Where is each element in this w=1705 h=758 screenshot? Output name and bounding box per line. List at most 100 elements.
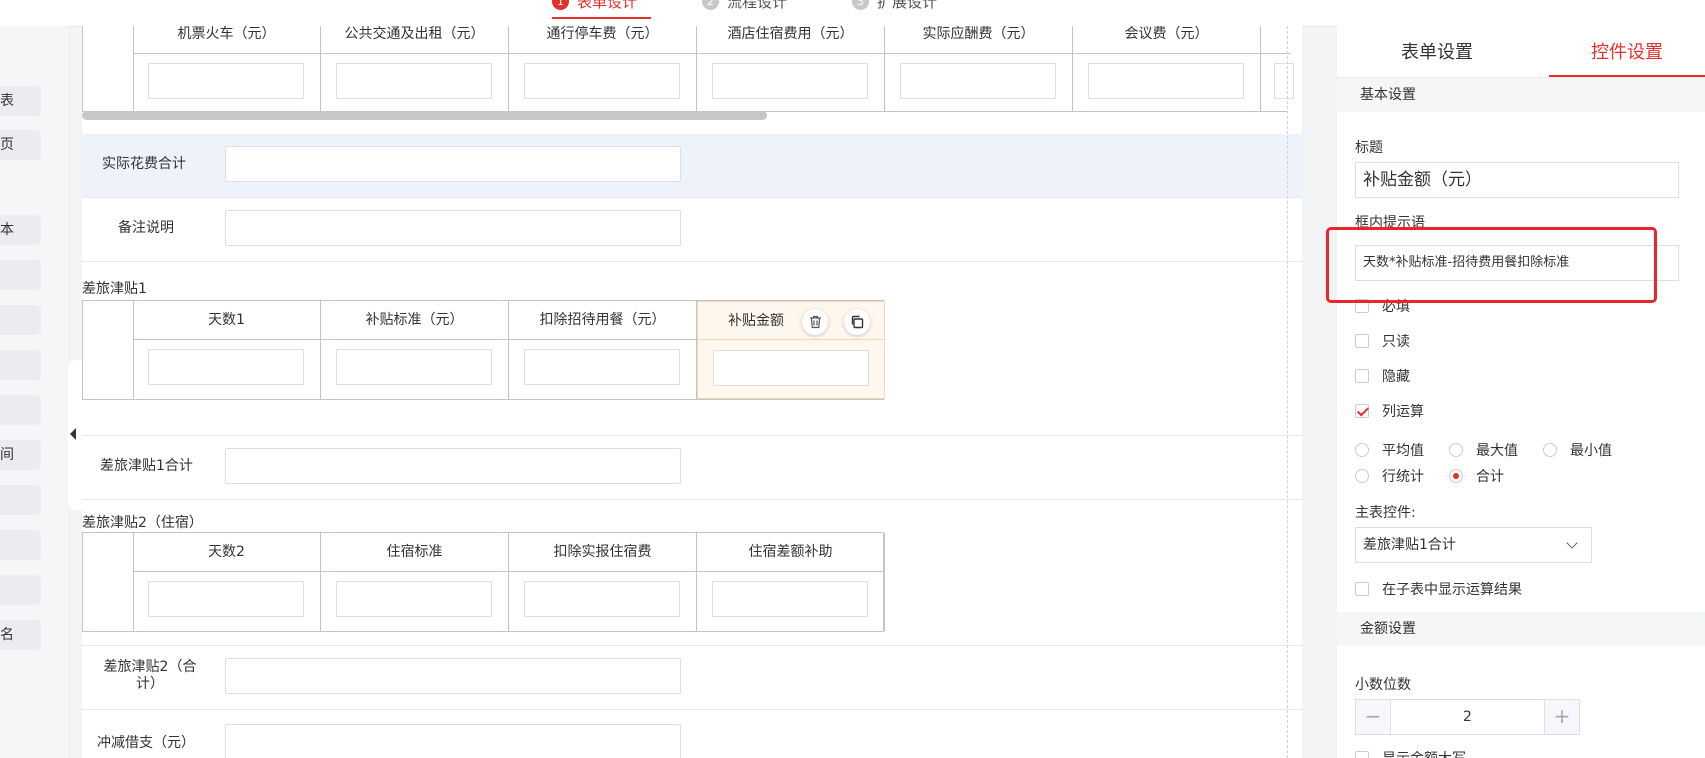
column-calc-checkbox[interactable]: 列运算 xyxy=(1355,401,1424,421)
cell-input[interactable] xyxy=(900,63,1056,99)
subtable-column[interactable]: 机票火车（元） xyxy=(133,26,321,111)
step-flow-design[interactable]: 2 流程设计 xyxy=(702,0,787,12)
subtable-row-allowance2[interactable]: 差旅津贴2（住宿） 天数2 住宿标准 扣除实报住宿费 住宿差额补助 xyxy=(82,500,1302,646)
cell-input[interactable] xyxy=(524,581,680,617)
tab-form-settings[interactable]: 表单设置 xyxy=(1337,38,1537,64)
step-bar: 1 表单设计 2 流程设计 3 扩展设计 xyxy=(0,0,1705,27)
hidden-checkbox[interactable]: 隐藏 xyxy=(1355,366,1410,386)
sidebar-item[interactable] xyxy=(0,350,41,380)
sidebar-item[interactable] xyxy=(0,485,41,515)
checkbox-label: 隐藏 xyxy=(1382,369,1410,385)
allowance2-subtable[interactable]: 天数2 住宿标准 扣除实报住宿费 住宿差额补助 xyxy=(82,532,885,632)
subtable-row-allowance1[interactable]: 差旅津贴1 天数1 补贴标准（元） 扣除招待用餐（元） 补贴金额 xyxy=(82,262,1302,436)
field-row-allowance2-total[interactable]: 差旅津贴2（合计） xyxy=(82,646,1302,710)
checkbox-label: 显示金额大写 xyxy=(1382,748,1466,758)
allowance1-total-input[interactable] xyxy=(225,448,681,484)
radio-max[interactable]: 最大值 xyxy=(1449,440,1518,460)
radio-min[interactable]: 最小值 xyxy=(1543,440,1612,460)
column-header: 扣除招待用餐（元） xyxy=(509,301,696,340)
cell-input[interactable] xyxy=(336,349,492,385)
increment-button[interactable]: + xyxy=(1544,700,1579,734)
cell-input[interactable] xyxy=(712,581,868,617)
offset-loan-input[interactable] xyxy=(225,724,681,758)
subtable-horizontal-scrollbar[interactable] xyxy=(82,111,767,120)
column-header: 实际应酬费（元） xyxy=(885,26,1072,54)
radio-row-count[interactable]: 行统计 xyxy=(1355,466,1424,486)
step-extension-design[interactable]: 3 扩展设计 xyxy=(852,0,937,12)
subtable-column[interactable]: 会议费（元） xyxy=(1073,26,1261,111)
sidebar-item[interactable]: 名 xyxy=(0,620,41,650)
step-label: 表单设计 xyxy=(577,0,638,11)
sidebar-item[interactable] xyxy=(0,260,41,290)
sidebar-item[interactable]: 表 xyxy=(0,86,41,116)
field-label: 备注说明 xyxy=(118,220,174,236)
step-form-design[interactable]: 1 表单设计 xyxy=(552,0,637,12)
subtable-column[interactable]: 天数2 xyxy=(133,533,321,631)
checkbox-label: 只读 xyxy=(1382,334,1410,350)
checkbox-label: 列运算 xyxy=(1382,404,1424,420)
cell-input[interactable] xyxy=(336,581,492,617)
remarks-input[interactable] xyxy=(225,210,681,246)
readonly-checkbox[interactable]: 只读 xyxy=(1355,331,1410,351)
field-row-remarks[interactable]: 备注说明 xyxy=(82,198,1302,262)
sidebar-item[interactable] xyxy=(0,575,41,605)
sidebar-item[interactable] xyxy=(0,305,41,335)
cell-input[interactable] xyxy=(1088,63,1244,99)
show-in-subtable-checkbox[interactable]: 在子表中显示运算结果 xyxy=(1355,579,1522,599)
expense-subtable[interactable]: 机票火车（元） 公共交通及出租（元） 通行停车费（元） 酒店住宿费用（元） 实际… xyxy=(82,26,1294,112)
subtable-column[interactable]: 实际应酬费（元） xyxy=(885,26,1073,111)
column-header: 扣除实报住宿费 xyxy=(509,533,696,572)
form-canvas: 机票火车（元） 公共交通及出租（元） 通行停车费（元） 酒店住宿费用（元） 实际… xyxy=(82,26,1302,758)
sidebar-item[interactable]: 间 xyxy=(0,440,41,470)
copy-icon[interactable] xyxy=(844,309,870,335)
subtable-column[interactable]: 扣除招待用餐（元） xyxy=(509,301,697,399)
step-number: 2 xyxy=(702,0,719,10)
highlight-annotation-box xyxy=(1326,227,1657,303)
stepper-value[interactable]: 2 xyxy=(1390,700,1545,734)
subtable-column[interactable]: 酒店住宿费用（元） xyxy=(697,26,885,111)
column-header: 酒店住宿费用（元） xyxy=(697,26,884,54)
column-header: 机票火车（元） xyxy=(133,26,320,54)
radio-label: 最小值 xyxy=(1570,443,1612,459)
sidebar-item[interactable]: 页 xyxy=(0,130,41,160)
subtable-column[interactable]: 住宿标准 xyxy=(321,533,509,631)
allowance2-total-input[interactable] xyxy=(225,658,681,694)
cell-input[interactable] xyxy=(148,581,304,617)
subtable-column[interactable]: 扣除实报住宿费 xyxy=(509,533,697,631)
trash-icon[interactable] xyxy=(802,309,828,335)
radio-sum[interactable]: 合计 xyxy=(1449,466,1504,486)
decimals-stepper[interactable]: − 2 + xyxy=(1355,699,1580,735)
decrement-button[interactable]: − xyxy=(1356,700,1391,734)
cell-input[interactable] xyxy=(336,63,492,99)
cell-input[interactable] xyxy=(524,349,680,385)
allowance1-subtable[interactable]: 天数1 补贴标准（元） 扣除招待用餐（元） 补贴金额 xyxy=(82,300,885,400)
column-header: 会议费（元） xyxy=(1073,26,1260,54)
subtable-column[interactable]: 补贴标准（元） xyxy=(321,301,509,399)
field-row-offset-loan[interactable]: 冲减借支（元） xyxy=(82,710,1302,758)
subtable-column[interactable]: 公共交通及出租（元） xyxy=(321,26,509,111)
sidebar-item[interactable]: 本 xyxy=(0,215,41,245)
section-amount-settings: 金额设置 xyxy=(1337,612,1705,646)
subtable-column[interactable]: 住宿差额补助 xyxy=(697,533,885,631)
sidebar-item[interactable] xyxy=(0,395,41,425)
tab-control-settings[interactable]: 控件设置 xyxy=(1527,38,1705,64)
title-input[interactable]: 补贴金额（元） xyxy=(1355,162,1679,198)
subtable-column[interactable]: 通行停车费（元） xyxy=(509,26,697,111)
actual-total-input[interactable] xyxy=(225,146,681,182)
field-row-allowance1-total[interactable]: 差旅津贴1合计 xyxy=(82,436,1302,500)
sidebar-item[interactable] xyxy=(0,530,41,560)
radio-average[interactable]: 平均值 xyxy=(1355,440,1424,460)
field-label: 差旅津贴1合计 xyxy=(100,458,193,474)
subtable-column[interactable]: 天数1 xyxy=(133,301,321,399)
sidebar-collapse-handle[interactable] xyxy=(68,360,82,510)
subtable-column-selected[interactable]: 补贴金额 xyxy=(697,301,885,399)
cell-input[interactable] xyxy=(713,350,869,386)
field-row-actual-total[interactable]: 实际花费合计 xyxy=(82,134,1302,198)
cell-input[interactable] xyxy=(148,349,304,385)
main-control-select[interactable]: 差旅津贴1合计 xyxy=(1355,527,1592,563)
cell-input[interactable] xyxy=(524,63,680,99)
cell-input[interactable] xyxy=(712,63,868,99)
show-uppercase-checkbox[interactable]: 显示金额大写 xyxy=(1355,748,1466,758)
column-header: 通行停车费（元） xyxy=(509,26,696,54)
cell-input[interactable] xyxy=(148,63,304,99)
